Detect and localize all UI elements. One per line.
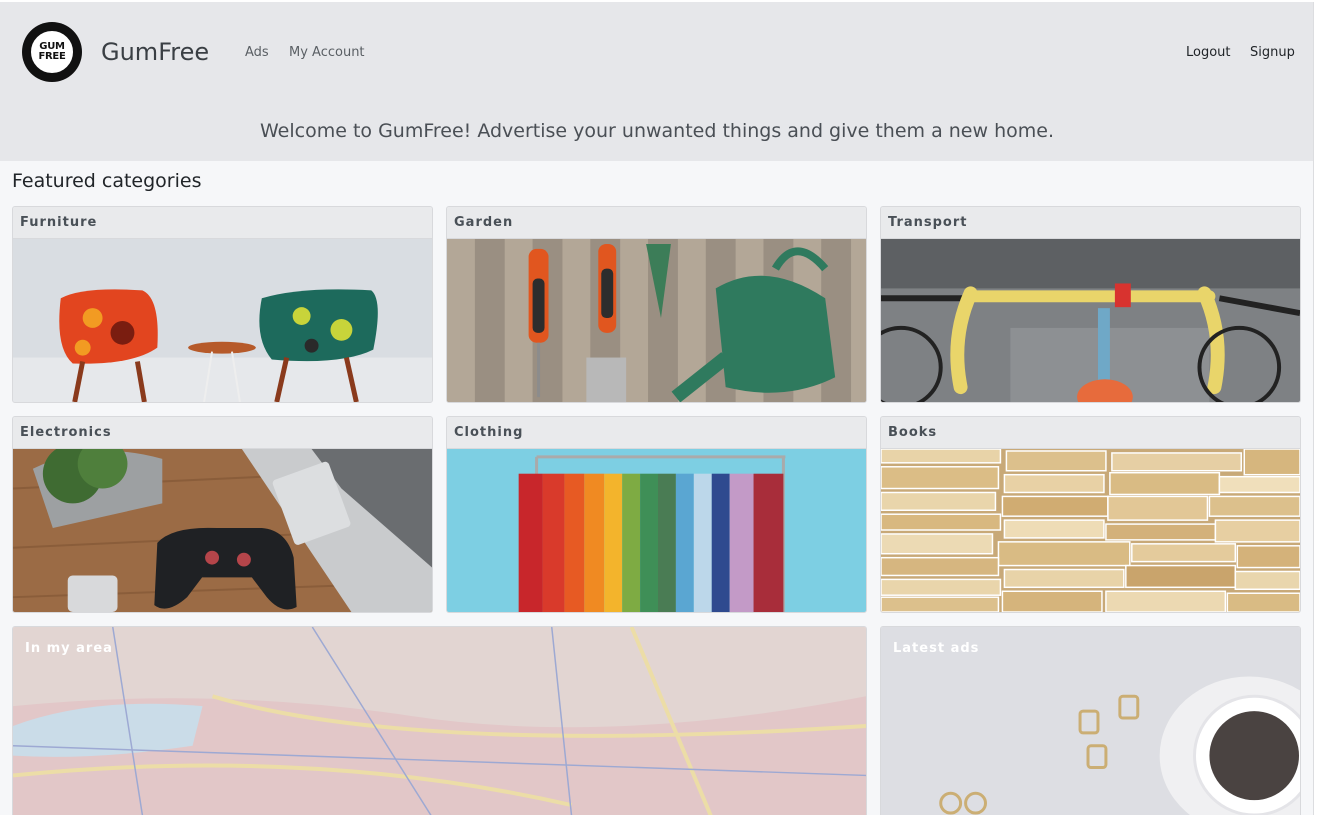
category-card-furniture[interactable]: Furniture <box>12 206 433 403</box>
chairs-photo <box>13 239 432 402</box>
category-label: Garden <box>447 207 866 239</box>
nav-logout[interactable]: Logout <box>1186 45 1231 60</box>
site-header: GUM FREE GumFree Ads My Account Logout S… <box>0 2 1313 161</box>
category-card-electronics[interactable]: Electronics <box>12 416 433 613</box>
bicycle-photo <box>881 239 1300 402</box>
logo-badge: GUM FREE <box>29 29 75 75</box>
category-card-garden[interactable]: Garden <box>446 206 867 403</box>
nav-ads[interactable]: Ads <box>245 45 269 60</box>
category-label: Books <box>881 417 1300 449</box>
garden-tools-photo <box>447 239 866 402</box>
category-label: Electronics <box>13 417 432 449</box>
welcome-message: Welcome to GumFree! Advertise your unwan… <box>260 120 1054 142</box>
nav-my-account[interactable]: My Account <box>289 45 365 60</box>
latest-ads-label: Latest ads <box>893 641 980 656</box>
book-stack-photo <box>881 449 1300 612</box>
category-label: Clothing <box>447 417 866 449</box>
category-label: Furniture <box>13 207 432 239</box>
category-card-books[interactable]: Books <box>880 416 1301 613</box>
in-my-area-label: In my area <box>25 641 113 656</box>
category-card-transport[interactable]: Transport <box>880 206 1301 403</box>
page: GUM FREE GumFree Ads My Account Logout S… <box>0 2 1314 815</box>
latest-ads-card[interactable]: Latest ads <box>880 626 1301 815</box>
category-card-clothing[interactable]: Clothing <box>446 416 867 613</box>
map-photo <box>13 627 866 815</box>
clothes-rack-photo <box>447 449 866 612</box>
category-label: Transport <box>881 207 1300 239</box>
laptop-controller-photo <box>13 449 432 612</box>
featured-categories-title: Featured categories <box>12 170 202 192</box>
logo-text-bottom: FREE <box>38 51 66 62</box>
brand-name[interactable]: GumFree <box>101 38 209 66</box>
in-my-area-card[interactable]: In my area <box>12 626 867 815</box>
nav-signup[interactable]: Signup <box>1250 45 1295 60</box>
gumfree-logo[interactable]: GUM FREE <box>22 22 82 82</box>
